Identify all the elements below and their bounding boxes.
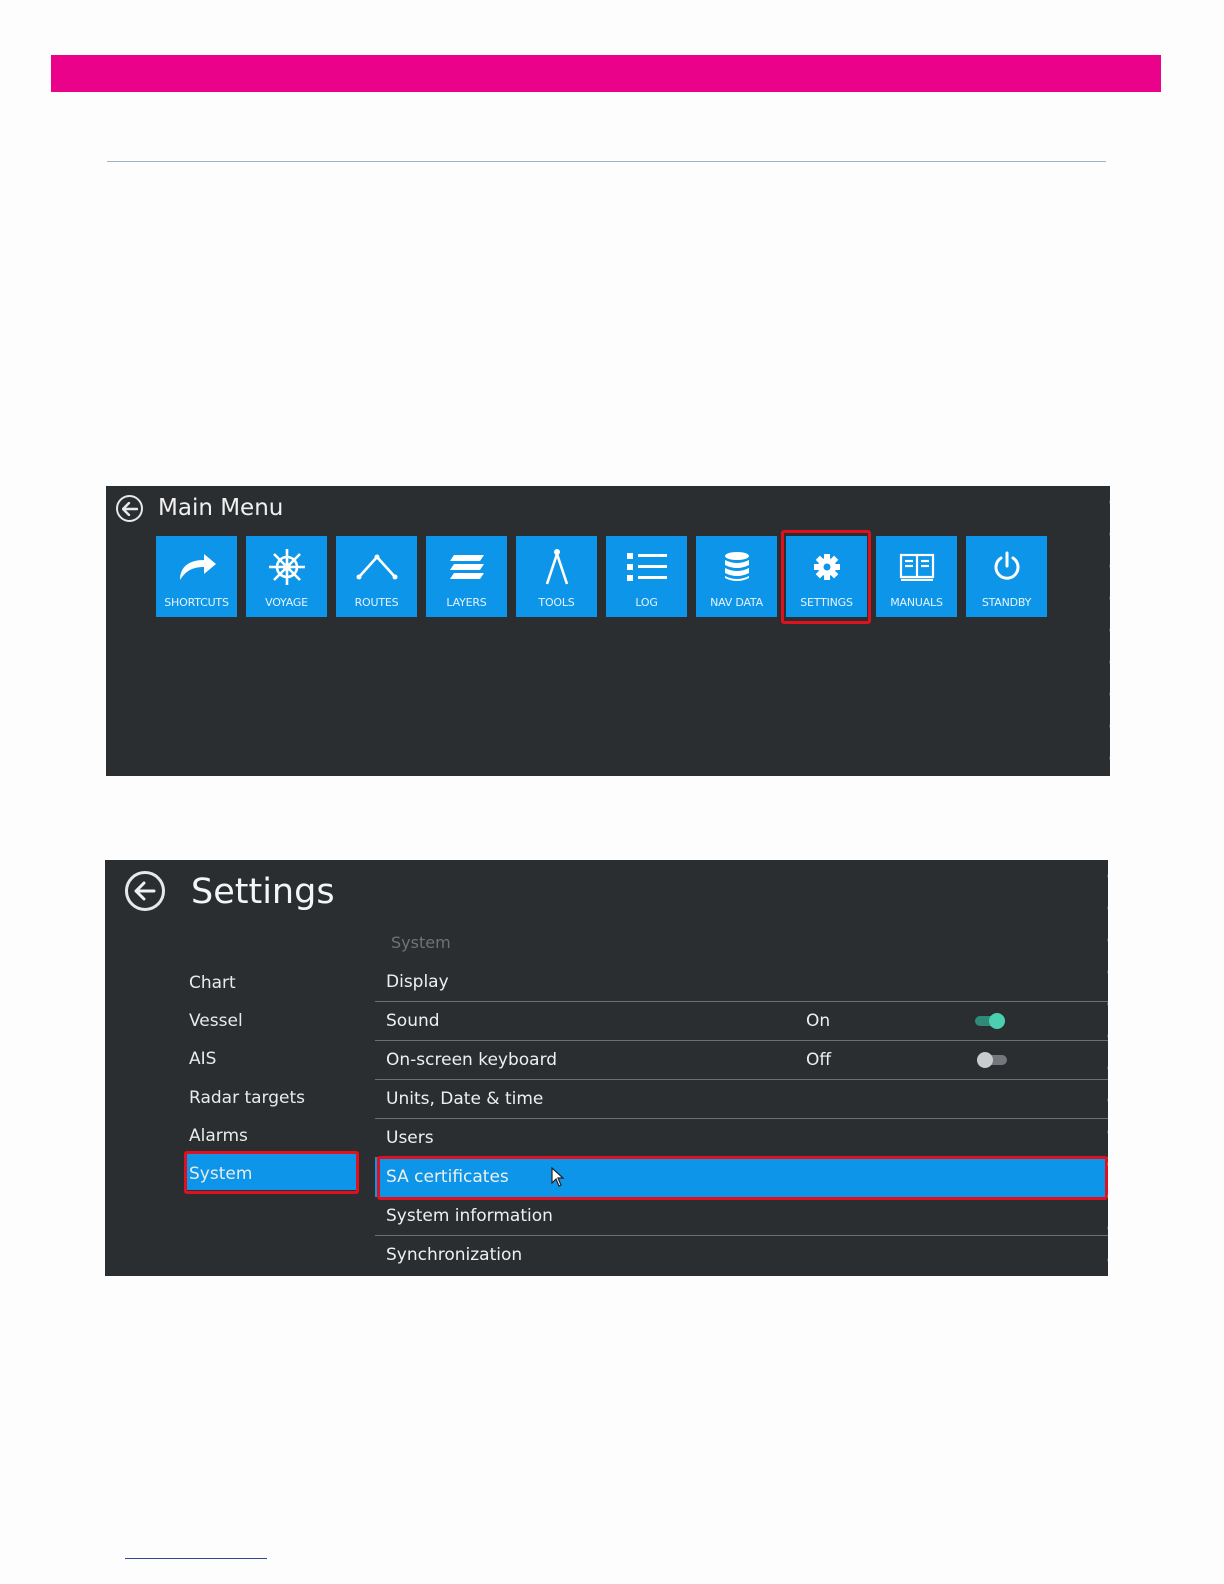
nav-item-ais[interactable]: AIS	[189, 1049, 216, 1069]
layers-icon	[426, 546, 507, 588]
tile-label: MANUALS	[890, 596, 943, 609]
sa-certificates-highlight-box	[377, 1156, 1108, 1200]
layers-tile[interactable]: LAYERS	[426, 536, 507, 617]
standby-tile[interactable]: STANDBY	[966, 536, 1047, 617]
route-icon	[336, 546, 417, 588]
back-arrow-icon[interactable]	[116, 495, 143, 522]
keyboard-toggle[interactable]	[977, 1052, 1007, 1068]
settings-highlight-box	[781, 530, 871, 624]
tools-tile[interactable]: TOOLS	[516, 536, 597, 617]
settings-row-users[interactable]: Users	[375, 1119, 1108, 1158]
list-icon	[606, 546, 687, 588]
row-label: Users	[386, 1128, 434, 1148]
header-divider	[107, 161, 1106, 162]
shortcuts-tile[interactable]: SHORTCUTS	[156, 536, 237, 617]
row-value: Off	[806, 1050, 832, 1070]
ship-wheel-icon	[246, 546, 327, 588]
book-icon	[876, 546, 957, 588]
compass-tool-icon	[516, 546, 597, 588]
settings-row-sound[interactable]: Sound On	[375, 1002, 1108, 1041]
settings-row-system-information[interactable]: System information	[375, 1197, 1108, 1236]
row-label: Display	[386, 972, 449, 992]
database-icon	[696, 546, 777, 588]
system-highlight-box	[184, 1151, 359, 1194]
nav-item-vessel[interactable]: Vessel	[189, 1011, 243, 1031]
nav-data-tile[interactable]: NAV DATA	[696, 536, 777, 617]
main-menu-title: Main Menu	[158, 495, 284, 521]
torn-edge	[1101, 860, 1108, 1276]
header-accent-bar	[51, 55, 1161, 92]
tile-label: ROUTES	[354, 596, 399, 609]
row-label: Synchronization	[386, 1245, 523, 1265]
settings-row-display[interactable]: Display	[375, 963, 1108, 1002]
nav-item-chart[interactable]: Chart	[189, 973, 236, 993]
nav-item-radar-targets[interactable]: Radar targets	[189, 1088, 305, 1108]
torn-edge	[1103, 486, 1110, 776]
footnote-rule	[125, 1558, 267, 1559]
settings-row-keyboard[interactable]: On-screen keyboard Off	[375, 1041, 1108, 1080]
row-label: System information	[386, 1206, 553, 1226]
row-value: On	[806, 1011, 831, 1031]
tile-label: TOOLS	[538, 596, 575, 609]
tile-label: STANDBY	[981, 596, 1032, 609]
tile-label: VOYAGE	[265, 596, 308, 609]
tile-label: LOG	[635, 596, 658, 609]
row-label: On-screen keyboard	[386, 1050, 558, 1070]
row-label: Units, Date & time	[386, 1089, 544, 1109]
shortcut-arrow-icon	[156, 546, 237, 588]
main-menu-screenshot: Main Menu SHORTCUTS VOYAGE ROUTES LAYERS	[106, 486, 1110, 776]
tile-label: LAYERS	[446, 596, 487, 609]
voyage-tile[interactable]: VOYAGE	[246, 536, 327, 617]
manuals-tile[interactable]: MANUALS	[876, 536, 957, 617]
settings-screenshot: Settings System Chart Vessel AIS Radar t…	[105, 860, 1108, 1276]
nav-item-alarms[interactable]: Alarms	[189, 1126, 248, 1146]
power-icon	[966, 546, 1047, 588]
settings-row-units[interactable]: Units, Date & time	[375, 1080, 1108, 1119]
settings-row-synchronization[interactable]: Synchronization	[375, 1236, 1108, 1275]
back-arrow-icon[interactable]	[125, 871, 165, 911]
sound-toggle[interactable]	[975, 1013, 1005, 1029]
routes-tile[interactable]: ROUTES	[336, 536, 417, 617]
tile-label: NAV DATA	[710, 596, 763, 609]
section-label: System	[391, 933, 451, 952]
settings-title: Settings	[191, 872, 335, 912]
log-tile[interactable]: LOG	[606, 536, 687, 617]
tile-label: SHORTCUTS	[164, 596, 229, 609]
row-label: Sound	[386, 1011, 440, 1031]
